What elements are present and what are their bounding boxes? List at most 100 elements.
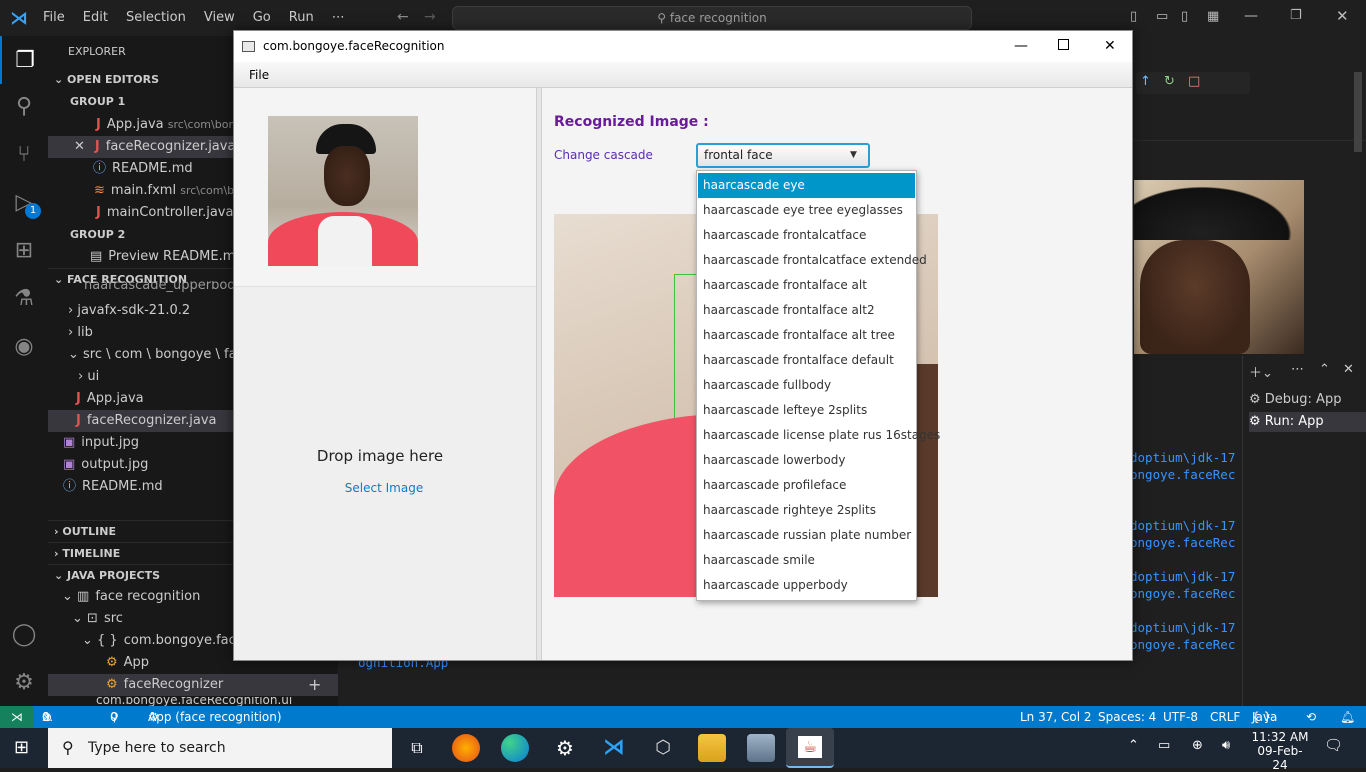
globe-icon[interactable]: ⊕ xyxy=(1192,738,1203,753)
accounts-icon[interactable]: ◯ xyxy=(0,610,48,658)
cascade-option[interactable]: haarcascade license plate rus 16stages xyxy=(698,423,940,448)
file-name: faceRecognizer.java xyxy=(105,139,236,154)
fx-menu-file[interactable]: File xyxy=(249,62,269,88)
toggle-sidebar-icon[interactable]: ▯ xyxy=(1130,9,1137,24)
input-image xyxy=(268,116,418,266)
source-control-icon[interactable]: ⑂ xyxy=(0,130,48,178)
edge-icon[interactable] xyxy=(501,734,529,762)
task-view-icon[interactable]: ⧉ xyxy=(403,734,431,762)
menu-run[interactable]: Run xyxy=(280,10,323,25)
feedback-icon[interactable]: ⟲ xyxy=(1306,706,1316,728)
jp-ui-cut[interactable]: com.bongoye.faceRecognition.ui xyxy=(48,697,338,706)
new-terminal-icon[interactable]: ＋⌄ xyxy=(1249,362,1273,381)
drop-zone[interactable]: Drop image here Select Image xyxy=(234,286,536,660)
cascade-combobox[interactable]: frontal face ▼ xyxy=(696,143,870,168)
file-name: App.java xyxy=(106,117,164,132)
fx-minimize-icon[interactable]: — xyxy=(1014,31,1028,62)
indentation[interactable]: Spaces: 4 xyxy=(1098,706,1156,728)
volume-icon[interactable]: 🔊︎ xyxy=(1222,738,1230,753)
chevron-up-icon[interactable]: ⌃ xyxy=(1128,738,1139,753)
notifications-bell-icon[interactable]: 🔔︎ xyxy=(1340,706,1355,728)
menu-go[interactable]: Go xyxy=(244,10,280,25)
step-out-icon[interactable]: ↑ xyxy=(1140,74,1151,89)
terminal-run-app[interactable]: ⚙ Run: App xyxy=(1249,412,1366,432)
taskbar-search-box[interactable]: ⚲ Type here to search xyxy=(48,728,392,768)
encoding[interactable]: UTF-8 xyxy=(1163,706,1198,728)
java-file-icon: J xyxy=(76,391,81,406)
battery-icon[interactable]: ▭ xyxy=(1158,738,1170,753)
cascade-option[interactable]: haarcascade upperbody xyxy=(698,573,915,598)
terminal-debug-app[interactable]: ⚙ Debug: App xyxy=(1249,390,1366,410)
java-cup-icon: ☕︎ xyxy=(798,736,822,758)
cascade-option[interactable]: haarcascade eye tree eyeglasses xyxy=(698,198,915,223)
more-icon[interactable]: ⋯ xyxy=(1291,362,1304,377)
menu-selection[interactable]: Selection xyxy=(117,10,195,25)
folder-icon: ⊡ xyxy=(87,611,98,626)
action-center-icon[interactable]: 🗨︎ xyxy=(1324,736,1343,754)
cursor-position[interactable]: Ln 37, Col 2 xyxy=(1020,706,1092,728)
menu-more[interactable]: ⋯ xyxy=(323,10,354,25)
cascade-option[interactable]: haarcascade frontalface alt xyxy=(698,273,915,298)
layout-icon[interactable]: ▦ xyxy=(1207,9,1219,24)
vscode-taskbar-icon[interactable]: ⋊ xyxy=(600,734,628,762)
run-debug-icon[interactable]: ▷ 1 xyxy=(0,178,48,226)
cascade-option[interactable]: haarcascade fullbody xyxy=(698,373,915,398)
settings-gear-icon[interactable]: ⚙ xyxy=(0,658,48,706)
explorer-icon[interactable]: ❐ xyxy=(0,36,48,84)
cascade-option[interactable]: haarcascade eye xyxy=(698,173,915,198)
back-arrow-icon[interactable]: ← xyxy=(397,9,409,25)
system-clock[interactable]: 11:32 AM 09-Feb-24 xyxy=(1250,730,1310,772)
fx-maximize-icon[interactable] xyxy=(1058,39,1069,50)
menu-view[interactable]: View xyxy=(195,10,244,25)
file-explorer-icon[interactable] xyxy=(698,734,726,762)
cascade-option[interactable]: haarcascade frontalface alt2 xyxy=(698,298,915,323)
cascade-option[interactable]: haarcascade lefteye 2splits xyxy=(698,398,915,423)
close-icon[interactable]: ✕ xyxy=(1336,7,1349,25)
jp-facerecognizer[interactable]: ⚙ faceRecognizer + xyxy=(48,674,338,696)
fx-titlebar[interactable]: com.bongoye.faceRecognition — ✕ xyxy=(234,31,1132,62)
close-panel-icon[interactable]: ✕ xyxy=(1343,362,1354,377)
minimize-icon[interactable]: — xyxy=(1244,8,1258,24)
command-center[interactable]: ⚲ face recognition xyxy=(452,6,972,30)
select-image-link[interactable]: Select Image xyxy=(234,481,534,495)
debug-toolbar: ↑ ↻ □ xyxy=(1136,72,1250,94)
cascade-option[interactable]: haarcascade frontalface alt tree xyxy=(698,323,915,348)
testing-icon[interactable]: ⚗ xyxy=(0,274,48,322)
cascade-option[interactable]: haarcascade frontalcatface xyxy=(698,223,915,248)
cascade-option[interactable]: haarcascade smile xyxy=(698,548,915,573)
class-name: faceRecognizer xyxy=(123,677,224,692)
cascade-option[interactable]: haarcascade frontalcatface extended xyxy=(698,248,927,273)
settings-icon[interactable]: ⚙ xyxy=(551,734,579,762)
extensions-icon[interactable]: ⊞ xyxy=(0,226,48,274)
app-window-icon[interactable] xyxy=(747,734,775,762)
box-app-icon[interactable]: ⬡ xyxy=(649,734,677,762)
firefox-icon[interactable] xyxy=(452,734,480,762)
cascade-option[interactable]: haarcascade russian plate number xyxy=(698,523,915,548)
eol[interactable]: CRLF xyxy=(1210,706,1240,728)
java-app-taskbar-icon[interactable]: ☕︎ xyxy=(786,728,834,768)
windows-start-icon[interactable]: ⊞ xyxy=(14,737,29,758)
toggle-secondary-icon[interactable]: ▯ xyxy=(1181,9,1188,24)
file-name: mainController.java xyxy=(106,205,234,220)
menu-edit[interactable]: Edit xyxy=(74,10,117,25)
java-file-icon: J xyxy=(76,413,81,428)
add-icon[interactable]: + xyxy=(308,674,321,696)
cascade-option[interactable]: haarcascade frontalface default xyxy=(698,348,915,373)
fx-close-icon[interactable]: ✕ xyxy=(1104,31,1116,62)
remote-icon[interactable]: ⋊ xyxy=(0,706,34,728)
edge-icon[interactable]: ◉ xyxy=(0,322,48,370)
stop-icon[interactable]: □ xyxy=(1188,74,1200,89)
menu-file[interactable]: File xyxy=(34,10,74,25)
restore-icon[interactable]: ❐ xyxy=(1290,8,1302,23)
cascade-option[interactable]: haarcascade lowerbody xyxy=(698,448,915,473)
toggle-panel-icon[interactable]: ▭ xyxy=(1156,9,1168,24)
forward-arrow-icon[interactable]: → xyxy=(424,9,436,25)
close-icon[interactable]: ✕ xyxy=(74,139,85,154)
restart-icon[interactable]: ↻ xyxy=(1164,74,1175,89)
cascade-option[interactable]: haarcascade righteye 2splits xyxy=(698,498,915,523)
search-icon[interactable]: ⚲ xyxy=(0,82,48,130)
scrollbar[interactable] xyxy=(1354,72,1362,152)
debug-badge: 1 xyxy=(25,203,41,219)
maximize-panel-icon[interactable]: ⌃ xyxy=(1319,362,1330,377)
cascade-option[interactable]: haarcascade profileface xyxy=(698,473,915,498)
